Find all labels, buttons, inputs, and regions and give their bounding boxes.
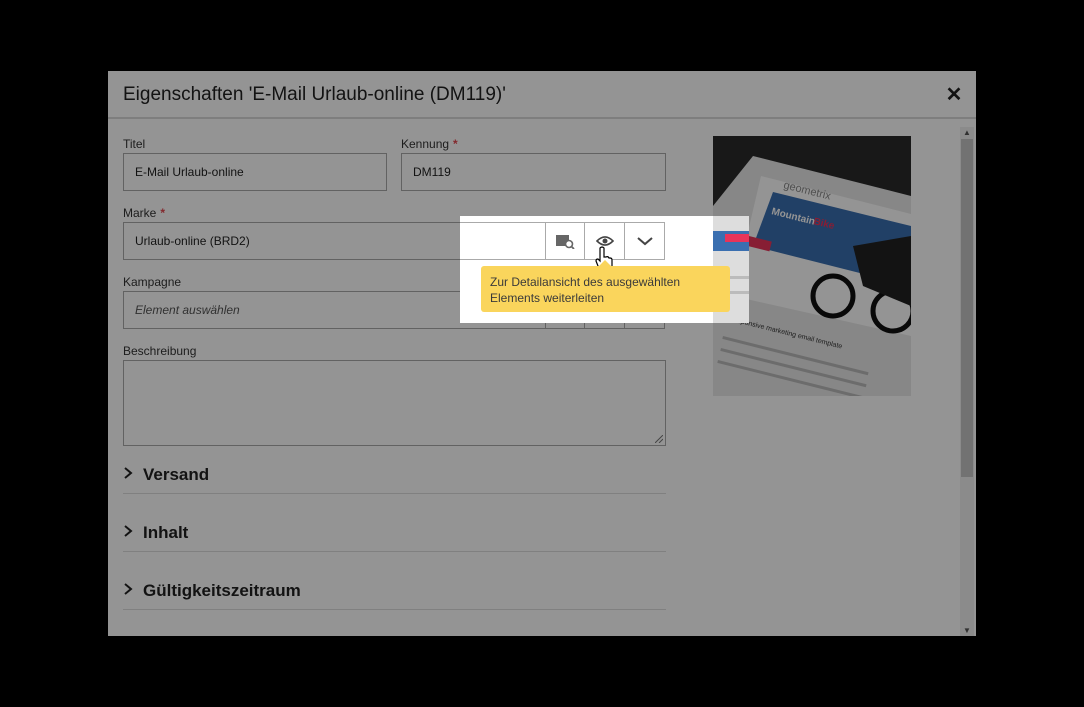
close-button[interactable]: ✕ — [944, 85, 964, 105]
marke-dropdown-button[interactable] — [625, 222, 665, 260]
scroll-up-icon[interactable]: ▲ — [963, 128, 971, 137]
browse-icon — [556, 235, 575, 249]
beschreibung-textarea[interactable] — [123, 360, 666, 446]
chevron-right-icon — [124, 467, 133, 479]
titel-label: Titel — [123, 137, 145, 151]
marke-label-text: Marke — [123, 206, 157, 220]
kennung-label: Kennung * — [401, 137, 458, 151]
properties-dialog: Eigenschaften 'E-Mail Urlaub-online (DM1… — [108, 71, 976, 636]
dialog-header: Eigenschaften 'E-Mail Urlaub-online (DM1… — [108, 71, 976, 119]
marke-browse-button[interactable] — [545, 222, 585, 260]
dialog-scrollbar[interactable]: ▲ ▼ — [960, 127, 974, 636]
section-gueltigkeitszeitraum[interactable]: Gültigkeitszeitraum — [123, 572, 666, 610]
marke-label: Marke * — [123, 206, 165, 220]
section-versand[interactable]: Versand — [123, 456, 666, 494]
marke-input-fragment[interactable] — [460, 222, 546, 260]
titel-input[interactable]: E-Mail Urlaub-online — [123, 153, 387, 191]
chevron-down-icon — [636, 237, 653, 246]
beschreibung-label: Beschreibung — [123, 344, 196, 358]
section-label: Gültigkeitszeitraum — [143, 581, 301, 600]
marke-value: Urlaub-online (BRD2) — [135, 234, 250, 248]
kennung-label-text: Kennung — [401, 137, 450, 151]
tooltip: Zur Detailansicht des ausgewählten Eleme… — [481, 260, 730, 312]
resize-handle-icon[interactable] — [655, 435, 663, 443]
titel-label-text: Titel — [123, 137, 146, 151]
kampagne-placeholder: Element auswählen — [135, 303, 240, 317]
tooltip-text-line1: Zur Detailansicht des ausgewählten — [490, 275, 681, 289]
dialog-title: Eigenschaften 'E-Mail Urlaub-online (DM1… — [123, 84, 506, 105]
kampagne-label-text: Kampagne — [123, 275, 182, 289]
scrollbar-thumb[interactable] — [961, 139, 973, 477]
tooltip-text-line2: Elements weiterleiten — [490, 291, 605, 305]
close-icon: ✕ — [945, 84, 963, 106]
kampagne-label: Kampagne — [123, 275, 181, 289]
kennung-value: DM119 — [413, 165, 451, 179]
section-label: Inhalt — [143, 523, 189, 542]
section-inhalt[interactable]: Inhalt — [123, 514, 666, 552]
kennung-input[interactable]: DM119 — [401, 153, 666, 191]
required-marker: * — [160, 206, 166, 220]
required-marker: * — [453, 137, 458, 151]
tooltip-arrow — [599, 260, 611, 266]
scroll-down-icon[interactable]: ▼ — [963, 626, 971, 635]
chevron-right-icon — [124, 525, 133, 537]
titel-value: E-Mail Urlaub-online — [135, 165, 244, 179]
beschreibung-label-text: Beschreibung — [123, 344, 197, 358]
section-label: Versand — [143, 465, 210, 484]
chevron-right-icon — [124, 583, 133, 595]
